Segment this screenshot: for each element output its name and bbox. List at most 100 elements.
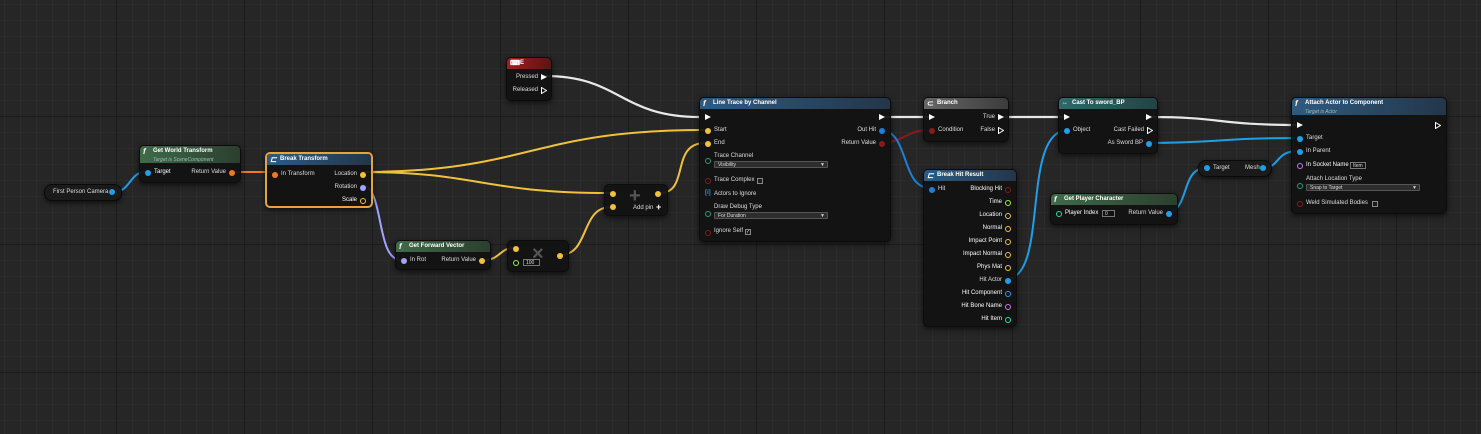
attach-actor-to-component-node[interactable]: f Attach Actor to Component Target is Ac…	[1291, 97, 1447, 214]
attach-target-pin[interactable]: Target	[1297, 134, 1323, 143]
scale-pin[interactable]: Scale	[342, 196, 366, 205]
in-parent-pin[interactable]: In Parent	[1297, 147, 1330, 156]
multiply-node[interactable]: × 100	[507, 240, 569, 272]
first-person-camera-node[interactable]: First Person Camera	[44, 184, 122, 201]
released-exec-pin[interactable]: Released	[513, 86, 547, 95]
multiply-a-pin[interactable]	[513, 246, 519, 252]
hit-item-pin[interactable]: Hit Item	[981, 315, 1011, 324]
attach-exec-in[interactable]	[1297, 121, 1306, 130]
draw-debug-type-dropdown[interactable]: For Duration ▼	[714, 212, 828, 219]
normal-pin[interactable]: Normal	[983, 224, 1011, 233]
add-node[interactable]: + Add pin +	[604, 184, 668, 216]
key-e-event-node[interactable]: ⌨ E Pressed Released	[506, 57, 552, 101]
hit-input-pin[interactable]: Hit	[929, 185, 945, 194]
exec-in-icon	[705, 114, 711, 120]
weld-pin[interactable]	[1297, 201, 1303, 207]
time-pin[interactable]: Time	[989, 198, 1011, 207]
multiply-value-input[interactable]: 100	[523, 259, 540, 266]
end-pin[interactable]: End	[705, 139, 725, 148]
cast-to-sword-bp-node[interactable]: ↔ Cast To sword_BP Object Cast Failed As…	[1058, 97, 1158, 154]
camera-output-pin[interactable]	[109, 189, 115, 195]
impact-normal-pin[interactable]: Impact Normal	[963, 250, 1011, 259]
blocking-hit-pin[interactable]: Blocking Hit	[970, 185, 1011, 194]
array-pin-icon[interactable]: [i]	[705, 190, 711, 196]
true-exec-pin[interactable]: True	[983, 113, 1004, 122]
break-transform-node[interactable]: ⊏ Break Transform In Transform Location …	[265, 152, 373, 208]
world-transform-return-pin[interactable]: Return Value	[191, 168, 235, 177]
out-hit-pin[interactable]: Out Hit	[857, 126, 885, 135]
break-hit-header: ⊏ Break Hit Result	[924, 170, 1016, 181]
attach-location-type-pin[interactable]	[1297, 183, 1303, 189]
add-output-pin[interactable]	[655, 191, 661, 197]
hit-item-label: Hit Item	[981, 316, 1002, 322]
rotation-pin[interactable]: Rotation	[335, 183, 366, 192]
in-rot-label: In Rot	[410, 257, 427, 263]
attach-location-type-dropdown[interactable]: Snap to Target ▼	[1306, 184, 1420, 191]
start-pin[interactable]: Start	[705, 126, 727, 135]
branch-exec-in[interactable]	[929, 113, 938, 122]
add-a-pin[interactable]	[610, 191, 616, 197]
add-pin-label[interactable]: Add pin	[633, 205, 653, 211]
hit-component-pin[interactable]: Hit Component	[962, 289, 1011, 298]
line-trace-exec-in[interactable]	[705, 113, 714, 122]
trace-channel-dropdown[interactable]: Visibility ▼	[714, 161, 828, 168]
line-trace-by-channel-node[interactable]: f Line Trace by Channel Start Out Hit En…	[699, 97, 891, 242]
break-transform-in-pin[interactable]: In Transform	[272, 170, 315, 179]
hit-actor-pin[interactable]: Hit Actor	[979, 276, 1011, 285]
socket-name-input[interactable]: Item	[1350, 162, 1366, 169]
world-transform-target-pin[interactable]: Target	[145, 168, 171, 177]
player-character-return-pin[interactable]: Return Value	[1128, 209, 1172, 218]
add-b-pin[interactable]	[610, 204, 616, 210]
forward-return-pin[interactable]: Return Value	[441, 256, 485, 265]
impact-point-pin[interactable]: Impact Point	[969, 237, 1011, 246]
line-trace-return-pin[interactable]: Return Value	[841, 139, 885, 148]
pressed-label: Pressed	[515, 74, 538, 80]
add-pin-plus-icon[interactable]: +	[656, 202, 661, 212]
line-trace-exec-out[interactable]	[876, 113, 885, 122]
location-pin[interactable]: Location	[334, 170, 366, 179]
hit-location-pin[interactable]: Location	[979, 211, 1011, 220]
in-rot-pin[interactable]: In Rot	[401, 256, 426, 265]
ignore-self-checkbox[interactable]: ✓	[745, 229, 751, 235]
pressed-exec-pin[interactable]: Pressed	[516, 73, 547, 82]
get-forward-vector-header: f Get Forward Vector	[396, 241, 490, 252]
cast-exec-in[interactable]	[1064, 113, 1073, 122]
attach-exec-out[interactable]	[1432, 121, 1441, 130]
mesh-target-pin[interactable]	[1204, 165, 1210, 171]
ignore-self-pin[interactable]	[705, 230, 711, 236]
player-index-pin[interactable]: Player Index	[1056, 209, 1098, 218]
player-index-input[interactable]: 0	[1102, 210, 1115, 217]
mesh-output-pin[interactable]	[1260, 165, 1266, 171]
condition-pin[interactable]: Condition	[929, 126, 963, 135]
blueprint-graph-canvas[interactable]: First Person Camera f Get World Transfor…	[0, 0, 1481, 434]
get-forward-vector-node[interactable]: f Get Forward Vector In Rot Return Value	[395, 240, 491, 270]
multiply-b-pin[interactable]	[513, 260, 519, 266]
phys-mat-pin[interactable]: Phys Mat	[977, 263, 1011, 272]
weld-checkbox[interactable]	[1372, 201, 1378, 207]
draw-debug-type-pin[interactable]	[705, 211, 711, 217]
object-pin[interactable]: Object	[1064, 126, 1090, 135]
trace-channel-pin[interactable]	[705, 158, 711, 164]
get-player-character-node[interactable]: f Get Player Character Player Index 0 Re…	[1050, 193, 1178, 225]
false-exec-pin[interactable]: False	[980, 126, 1004, 135]
branch-node[interactable]: ⊂ Branch True Condition False	[923, 97, 1009, 142]
as-sword-bp-pin[interactable]: As Sword BP	[1108, 139, 1152, 148]
break-hit-title: Break Hit Result	[937, 172, 984, 178]
function-icon: f	[1054, 195, 1057, 204]
in-socket-name-pin[interactable]: In Socket Name	[1297, 161, 1349, 170]
multiply-output-pin[interactable]	[557, 253, 563, 259]
mesh-getter-node[interactable]: Target Mesh	[1198, 160, 1272, 177]
get-world-transform-node[interactable]: f Get World Transform Target is SceneCom…	[139, 145, 241, 183]
hit-bone-name-pin[interactable]: Hit Bone Name	[961, 302, 1011, 311]
trace-complex-pin[interactable]	[705, 178, 711, 184]
return-pin-dot	[229, 169, 235, 176]
cast-exec-out[interactable]	[1143, 113, 1152, 122]
false-exec-icon	[998, 127, 1004, 134]
cast-failed-pin[interactable]: Cast Failed	[1114, 126, 1153, 135]
first-person-camera-label: First Person Camera	[53, 189, 109, 195]
break-hit-result-node[interactable]: ⊏ Break Hit Result Hit Blocking Hit Time…	[923, 169, 1017, 327]
exec-out-icon	[1146, 114, 1152, 120]
trace-complex-checkbox[interactable]	[757, 178, 763, 184]
exec-out-icon	[1435, 122, 1441, 129]
exec-wire	[1150, 115, 1297, 127]
